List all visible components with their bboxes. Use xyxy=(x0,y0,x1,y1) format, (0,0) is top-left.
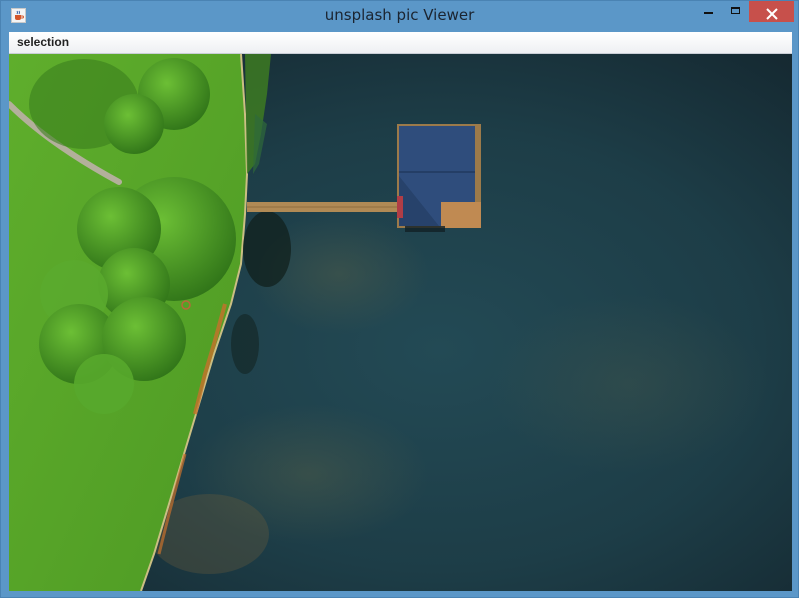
aerial-lake-photo xyxy=(9,54,792,591)
menu-bar: selection xyxy=(9,32,792,54)
image-viewport xyxy=(9,54,792,591)
minimize-icon xyxy=(704,12,713,14)
maximize-button[interactable] xyxy=(722,1,749,22)
menu-selection[interactable]: selection xyxy=(15,35,71,49)
title-bar[interactable]: unsplash pic Viewer xyxy=(1,1,798,32)
maximize-icon xyxy=(731,7,740,14)
window-title: unsplash pic Viewer xyxy=(324,6,475,24)
close-button[interactable] xyxy=(749,1,794,22)
close-icon xyxy=(766,5,778,20)
app-window: unsplash pic Viewer selection xyxy=(0,0,799,598)
minimize-button[interactable] xyxy=(695,1,722,22)
